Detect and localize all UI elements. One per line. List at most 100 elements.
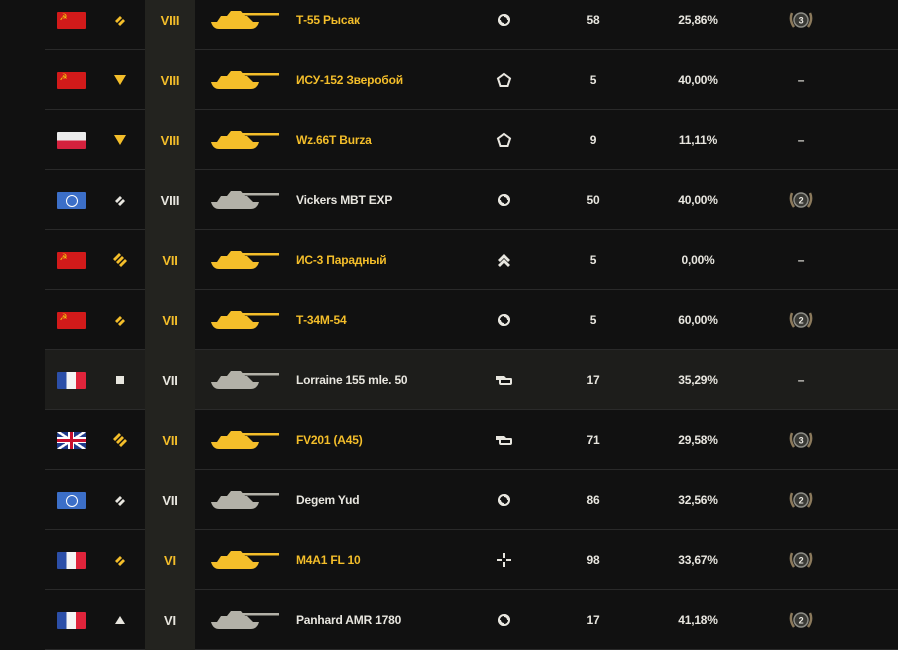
tier-label: VIII <box>145 110 195 170</box>
table-row[interactable]: VIII ИСУ-152 Зверобой 5 40,00% – <box>45 50 898 110</box>
nation-flag <box>56 110 86 170</box>
table-row[interactable]: VII FV201 (A45) 71 29,58% 3 <box>45 410 898 470</box>
tank-icon <box>205 470 285 530</box>
tank-name[interactable]: Vickers MBT EXP <box>296 170 486 230</box>
tier-label: VIII <box>145 0 195 50</box>
crosshair-role-icon <box>491 530 517 590</box>
tank-name[interactable]: ИСУ-152 Зверобой <box>296 50 486 110</box>
down-triangle-icon <box>107 50 133 110</box>
nation-flag <box>56 50 86 110</box>
nation-flag <box>56 170 86 230</box>
un-flag-icon <box>56 191 86 209</box>
universal-role-icon <box>491 470 517 530</box>
mastery-badge-icon: 2 <box>785 590 817 650</box>
france-flag-icon <box>56 551 86 569</box>
win-rate: 33,67% <box>678 553 718 567</box>
tier-label: VII <box>145 470 195 530</box>
triple-chevron-icon <box>107 410 133 470</box>
table-row[interactable]: VII Degem Yud 86 32,56% 2 <box>45 470 898 530</box>
tank-name[interactable]: Lorraine 155 mle. 50 <box>296 350 486 410</box>
nation-flag <box>56 590 86 650</box>
svg-text:2: 2 <box>799 556 804 566</box>
tank-name[interactable]: Degem Yud <box>296 470 486 530</box>
mastery-badge-icon: 3 <box>785 410 817 470</box>
triangle-up-icon <box>107 590 133 650</box>
tank-icon <box>205 290 285 350</box>
tank-name[interactable]: Т-34М-54 <box>296 290 486 350</box>
nation-flag <box>56 350 86 410</box>
tank-icon <box>205 230 285 290</box>
tank-icon <box>205 170 285 230</box>
table-row[interactable]: VII Т-34М-54 5 60,00% 2 <box>45 290 898 350</box>
mastery-badge-icon: 2 <box>785 470 817 530</box>
tier-label: VIII <box>145 170 195 230</box>
win-rate: 35,29% <box>678 373 718 387</box>
ussr-flag-icon <box>56 71 86 89</box>
tier-label: VI <box>145 530 195 590</box>
nation-flag <box>56 0 86 50</box>
svg-text:3: 3 <box>799 16 804 26</box>
table-row[interactable]: VI Panhard AMR 1780 17 41,18% 2 <box>45 590 898 650</box>
tank-icon <box>205 0 285 50</box>
mastery-badge-icon: – <box>797 73 805 87</box>
win-rate: 11,11% <box>678 133 718 147</box>
table-row[interactable]: VII Lorraine 155 mle. 50 17 35,29% – <box>45 350 898 410</box>
win-rate: 25,86% <box>678 13 718 27</box>
universal-role-icon <box>491 290 517 350</box>
double-chevron-icon <box>107 530 133 590</box>
tier-label: VII <box>145 410 195 470</box>
tank-name[interactable]: ИС-3 Парадный <box>296 230 486 290</box>
france-flag-icon <box>56 371 86 389</box>
win-rate: 60,00% <box>678 313 718 327</box>
ussr-flag-icon <box>56 311 86 329</box>
battles-count: 98 <box>586 553 600 567</box>
battles-count: 71 <box>586 433 600 447</box>
un-flag-icon <box>56 491 86 509</box>
tank-icon <box>205 350 285 410</box>
ussr-flag-icon <box>56 11 86 29</box>
pentagon-role-icon <box>491 110 517 170</box>
tank-name[interactable]: Wz.66T Burza <box>296 110 486 170</box>
mastery-badge-icon: 2 <box>785 170 817 230</box>
mastery-badge-icon: – <box>797 253 805 267</box>
tank-icon <box>205 50 285 110</box>
nation-flag <box>56 470 86 530</box>
france-flag-icon <box>56 611 86 629</box>
tank-icon <box>205 590 285 650</box>
battles-count: 58 <box>586 13 600 27</box>
mastery-badge-icon: 2 <box>785 290 817 350</box>
nation-flag <box>56 230 86 290</box>
tank-name[interactable]: M4A1 FL 10 <box>296 530 486 590</box>
tier-label: VII <box>145 290 195 350</box>
triple-chevron-icon <box>107 230 133 290</box>
svg-text:2: 2 <box>799 316 804 326</box>
table-row[interactable]: VIII Т-55 Рысак 58 25,86% 3 <box>45 0 898 50</box>
battles-count: 86 <box>586 493 600 507</box>
battles-count: 9 <box>589 133 597 147</box>
battles-count: 17 <box>586 613 600 627</box>
win-rate: 29,58% <box>678 433 718 447</box>
tank-name[interactable]: Panhard AMR 1780 <box>296 590 486 650</box>
svg-text:2: 2 <box>799 496 804 506</box>
tank-name[interactable]: FV201 (A45) <box>296 410 486 470</box>
svg-text:2: 2 <box>799 196 804 206</box>
double-chevron-icon <box>107 470 133 530</box>
table-row[interactable]: VI M4A1 FL 10 98 33,67% 2 <box>45 530 898 590</box>
tank-name[interactable]: Т-55 Рысак <box>296 0 486 50</box>
nation-flag <box>56 290 86 350</box>
pentagon-role-icon <box>491 50 517 110</box>
nation-flag <box>56 530 86 590</box>
tier-label: VI <box>145 590 195 650</box>
mastery-badge-icon: – <box>797 133 805 147</box>
battles-count: 50 <box>586 193 600 207</box>
table-row[interactable]: VIII Wz.66T Burza 9 11,11% – <box>45 110 898 170</box>
double-chevron-icon <box>107 170 133 230</box>
artillery-role-icon <box>491 410 517 470</box>
tank-icon <box>205 410 285 470</box>
tank-icon <box>205 530 285 590</box>
table-row[interactable]: VII ИС-3 Парадный 5 0,00% – <box>45 230 898 290</box>
win-rate: 41,18% <box>678 613 718 627</box>
universal-role-icon <box>491 0 517 50</box>
table-row[interactable]: VIII Vickers MBT EXP 50 40,00% 2 <box>45 170 898 230</box>
universal-role-icon <box>491 170 517 230</box>
